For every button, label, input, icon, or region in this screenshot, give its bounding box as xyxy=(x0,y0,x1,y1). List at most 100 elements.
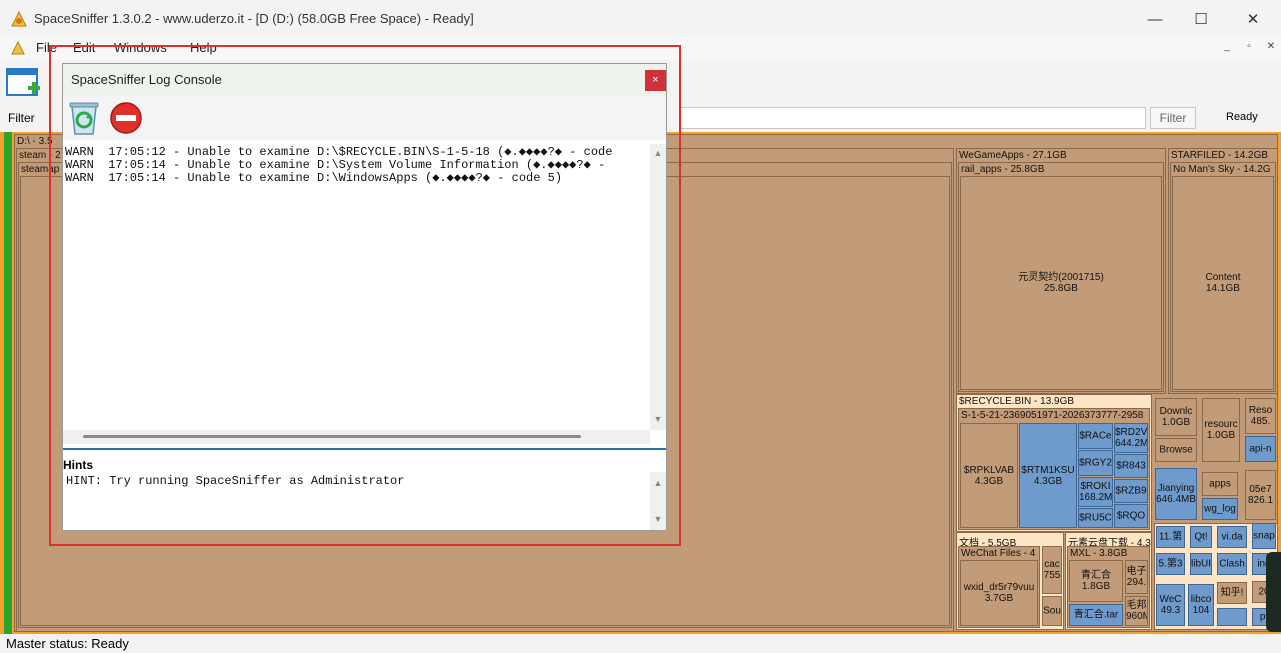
05e-name: 05e7 xyxy=(1249,484,1272,495)
clash-label: Clash xyxy=(1219,558,1245,570)
treemap-rpk[interactable]: $RPKLVAB 4.3GB xyxy=(960,423,1018,528)
treemap-rac[interactable]: $RACe xyxy=(1078,423,1113,449)
snap-label: snap xyxy=(1253,530,1275,542)
rtm-name: $RTM1KSU xyxy=(1021,464,1075,476)
rd2-name: $RD2V xyxy=(1115,427,1148,438)
close-button[interactable]: ✕ xyxy=(1230,6,1276,34)
treemap-cac[interactable]: cac 755 xyxy=(1042,546,1062,594)
resource-size: 1.0GB xyxy=(1206,430,1236,441)
treemap-rtm[interactable]: $RTM1KSU 4.3GB xyxy=(1019,423,1077,528)
treemap-download[interactable]: Downlc 1.0GB xyxy=(1155,398,1197,436)
treemap-s11[interactable]: 11.第 xyxy=(1156,526,1185,548)
treemap-ru5[interactable]: $RU5C xyxy=(1078,508,1113,528)
starfield-label: STARFILED - 14.2GB xyxy=(1171,150,1269,161)
treemap-libco[interactable]: libco 104 xyxy=(1188,584,1214,626)
treemap-wxid[interactable]: wxid_dr5r79vuu 3.7GB xyxy=(960,560,1038,626)
treemap-apps[interactable]: apps xyxy=(1202,472,1238,496)
treemap-rail-leaf[interactable]: 元灵契约(2001715) 25.8GB xyxy=(960,176,1162,390)
window-titlebar: SpaceSniffer 1.3.0.2 - www.uderzo.it - [… xyxy=(0,0,1281,38)
treemap-s5[interactable]: 5.第3 xyxy=(1156,553,1185,575)
browse-label: Browse xyxy=(1159,444,1193,456)
hui-name: 青汇合 xyxy=(1081,570,1111,581)
apims-label: api-n xyxy=(1249,443,1272,455)
vida-label: vi.da xyxy=(1221,531,1243,543)
treemap-rgy[interactable]: $RGY2 xyxy=(1078,450,1113,476)
treemap-browse[interactable]: Browse xyxy=(1155,438,1197,462)
rzb-label: $RZB9 xyxy=(1115,485,1147,497)
download-size: 1.0GB xyxy=(1161,417,1191,428)
wegame-label: WeGameApps - 27.1GB xyxy=(959,150,1067,161)
treemap-libui[interactable]: libUI xyxy=(1190,553,1212,575)
reso-size: 485. xyxy=(1250,416,1271,427)
treemap-apims[interactable]: api-n xyxy=(1245,436,1276,462)
treemap-05e[interactable]: 05e7 826.1 xyxy=(1245,470,1276,520)
treemap-blank[interactable] xyxy=(1217,608,1247,626)
jianying-size: 646.4MB xyxy=(1156,494,1197,505)
filter-label: Filter xyxy=(8,111,35,125)
root-label: D:\ - 3.5 xyxy=(17,136,53,147)
treemap-sou[interactable]: Sou xyxy=(1042,596,1062,626)
treemap-maoji[interactable]: 毛邦960M xyxy=(1125,596,1148,626)
treemap-wglog[interactable]: wg_log xyxy=(1202,498,1238,520)
wxid-size: 3.7GB xyxy=(984,593,1014,604)
maoji-name: 毛邦 xyxy=(1126,600,1147,611)
treemap-resource[interactable]: resourc 1.0GB xyxy=(1202,398,1240,462)
cac-size: 755 xyxy=(1043,570,1061,581)
treemap-rzb[interactable]: $RZB9 xyxy=(1114,479,1148,503)
rok-size: 168.2M xyxy=(1079,492,1113,503)
treemap-rqo[interactable]: $RQO xyxy=(1114,504,1148,528)
treemap-rd2[interactable]: $RD2V 644.2M xyxy=(1114,423,1148,453)
wglog-label: wg_log xyxy=(1204,503,1236,515)
huitar-label: 青汇合.tar xyxy=(1073,609,1119,621)
treemap-huitar[interactable]: 青汇合.tar xyxy=(1069,604,1123,626)
we-size: 49.3 xyxy=(1160,605,1181,616)
libco-name: libco xyxy=(1190,594,1212,605)
treemap-hui[interactable]: 青汇合 1.8GB xyxy=(1069,560,1123,602)
minimize-button[interactable]: — xyxy=(1132,6,1178,34)
wechat-label: WeChat Files - 4 xyxy=(961,548,1036,559)
dianzi-name: 电子 xyxy=(1126,566,1147,577)
app-icon xyxy=(11,10,27,27)
download-name: Downlc xyxy=(1159,406,1193,417)
05e-size: 826.1 xyxy=(1247,495,1274,506)
edge-overlay xyxy=(1266,552,1281,632)
zhihu-label: 知乎! xyxy=(1220,587,1244,599)
treemap-content[interactable]: Content 14.1GB xyxy=(1172,176,1274,390)
s11-label: 11.第 xyxy=(1158,531,1183,543)
maximize-button[interactable]: ☐ xyxy=(1178,6,1224,34)
treemap-vida[interactable]: vi.da xyxy=(1217,526,1247,548)
treemap-rok[interactable]: $ROKI 168.2M xyxy=(1078,477,1113,507)
resource-name: resourc xyxy=(1204,419,1238,430)
cac-name: cac xyxy=(1044,559,1060,570)
rail-leaf-size: 25.8GB xyxy=(1044,283,1078,294)
mdi-minimize-button[interactable]: _ xyxy=(1218,40,1236,56)
treemap-we[interactable]: WeC 49.3 xyxy=(1156,584,1185,626)
rpk-size: 4.3GB xyxy=(974,475,1004,487)
treemap-dianzi[interactable]: 电子 294. xyxy=(1125,560,1148,594)
treemap-reso[interactable]: Reso 485. xyxy=(1245,398,1276,434)
treemap-snap[interactable]: snap xyxy=(1252,523,1276,549)
filter-input[interactable] xyxy=(680,107,1146,129)
treemap-r843[interactable]: $R843 xyxy=(1114,454,1148,478)
highlight-box xyxy=(49,45,681,546)
filter-button[interactable]: Filter xyxy=(1150,107,1196,129)
content-size: 14.1GB xyxy=(1206,283,1240,294)
mdi-restore-button[interactable]: ▫ xyxy=(1240,40,1258,56)
nms-label: No Man's Sky - 14.2G xyxy=(1173,164,1271,175)
rqo-label: $RQO xyxy=(1116,510,1146,522)
content-name: Content xyxy=(1205,272,1241,283)
treemap-jianying[interactable]: Jianying 646.4MB xyxy=(1155,468,1197,520)
mdi-close-button[interactable]: ✕ xyxy=(1262,40,1280,56)
treemap-clash[interactable]: Clash xyxy=(1217,553,1247,575)
treemap-zhihu[interactable]: 知乎! xyxy=(1217,582,1247,604)
maoji-size: 960M xyxy=(1126,611,1147,622)
sid-label: S-1-5-21-2369051971-2026373777-2958 xyxy=(961,410,1144,421)
mxl-label: MXL - 3.8GB xyxy=(1070,548,1128,559)
window-title: SpaceSniffer 1.3.0.2 - www.uderzo.it - [… xyxy=(34,11,474,26)
new-window-icon[interactable] xyxy=(6,66,42,100)
sou-label: Sou xyxy=(1043,605,1061,617)
rok-name: $ROKI xyxy=(1080,481,1111,492)
status-bar: Master status: Ready xyxy=(0,634,1281,653)
we-name: WeC xyxy=(1159,594,1182,605)
treemap-qt[interactable]: Qt! xyxy=(1190,526,1212,548)
